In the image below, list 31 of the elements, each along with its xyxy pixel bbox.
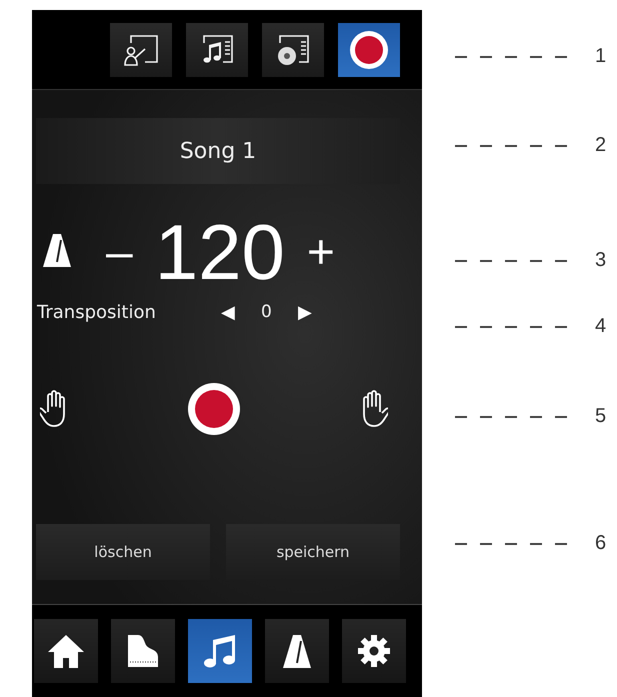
callout-number: 4 xyxy=(595,315,606,338)
nav-tab[interactable] xyxy=(111,619,175,683)
tempo-decrease-button[interactable]: – xyxy=(100,224,139,280)
nav-tab[interactable] xyxy=(342,619,406,683)
metronome-icon xyxy=(42,232,72,268)
transposition-label: Transposition xyxy=(37,302,157,322)
callout-number: 5 xyxy=(595,405,606,428)
nav-tab[interactable] xyxy=(265,619,329,683)
callout-number: 3 xyxy=(595,249,606,272)
transpose-up-button[interactable]: ▶ xyxy=(294,301,316,323)
toolbar-tab[interactable] xyxy=(186,22,248,76)
callout-number: 2 xyxy=(595,134,606,157)
record-button[interactable] xyxy=(187,382,241,436)
callout-number: 1 xyxy=(595,45,606,68)
disc-list-icon xyxy=(275,32,311,66)
transpose-down-button[interactable]: ◀ xyxy=(217,301,239,323)
record-icon xyxy=(349,30,389,70)
toolbar-tab[interactable] xyxy=(338,22,400,76)
tempo-increase-button[interactable]: + xyxy=(300,224,341,280)
action-button[interactable]: löschen xyxy=(36,524,210,580)
callout-number: 6 xyxy=(595,532,606,555)
tempo-value: 120 xyxy=(154,206,285,298)
metronome-icon xyxy=(282,633,312,669)
nav-tab[interactable] xyxy=(34,619,98,683)
home-icon xyxy=(47,633,85,669)
toolbar-tab[interactable] xyxy=(262,22,324,76)
settings-icon xyxy=(356,633,392,669)
toolbar-tab[interactable] xyxy=(110,22,172,76)
nav-tab[interactable] xyxy=(188,619,252,683)
teacher-board-icon xyxy=(123,32,159,66)
transposition-value: 0 xyxy=(261,302,272,322)
